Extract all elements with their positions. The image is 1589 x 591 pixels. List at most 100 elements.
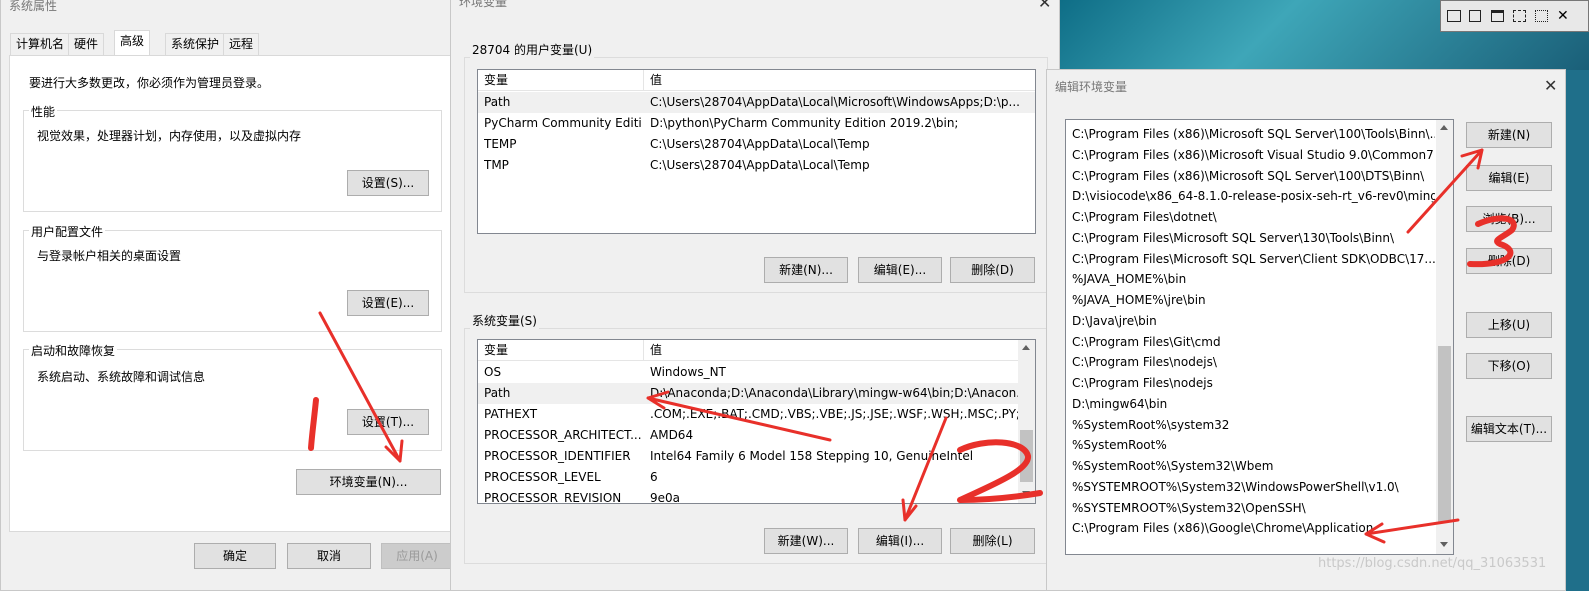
list-item[interactable]: %SystemRoot% xyxy=(1072,435,1435,455)
delete-button[interactable]: 删除(D) xyxy=(1466,248,1552,274)
table-row[interactable]: Path D:\Anaconda;D:\Anaconda\Library\min… xyxy=(478,383,1035,404)
var-value: C:\Users\28704\AppData\Local\Temp xyxy=(650,137,870,151)
environment-variables-window: 环境变量 ✕ 28704 的用户变量(U) 变量 值 Path C:\Users… xyxy=(450,0,1060,591)
system-vars-list[interactable]: 变量 值 OS Windows_NT Path D:\Anaconda;D:\A… xyxy=(477,339,1036,504)
list-item[interactable]: C:\Program Files (x86)\Google\Chrome\App… xyxy=(1072,518,1435,538)
tab-hardware[interactable]: 硬件 xyxy=(68,33,105,55)
list-header: 变量 值 xyxy=(478,70,1035,91)
var-value: 9e0a xyxy=(650,491,681,504)
profile-desc: 与登录帐户相关的桌面设置 xyxy=(37,249,182,263)
user-vars-list[interactable]: 变量 值 Path C:\Users\28704\AppData\Local\M… xyxy=(477,69,1036,234)
column-header-value[interactable]: 值 xyxy=(650,340,1031,361)
table-row[interactable]: PROCESSOR_LEVEL 6 xyxy=(478,467,1035,488)
system-delete-button[interactable]: 删除(L) xyxy=(950,528,1035,554)
list-item[interactable]: C:\Program Files (x86)\Microsoft SQL Ser… xyxy=(1072,166,1435,186)
table-row[interactable]: PROCESSOR_IDENTIFIER Intel64 Family 6 Mo… xyxy=(478,446,1035,467)
scroll-down-icon[interactable] xyxy=(1436,537,1453,553)
path-list-scrollbar[interactable] xyxy=(1436,120,1453,554)
column-header-variable[interactable]: 变量 xyxy=(484,70,642,91)
ok-button[interactable]: 确定 xyxy=(194,543,276,569)
var-name: PROCESSOR_LEVEL xyxy=(484,470,601,484)
user-edit-button[interactable]: 编辑(E)... xyxy=(858,257,942,283)
move-down-button[interactable]: 下移(O) xyxy=(1466,353,1552,379)
new-button[interactable]: 新建(N) xyxy=(1466,122,1552,148)
list-header: 变量 值 xyxy=(478,340,1035,361)
column-header-value[interactable]: 值 xyxy=(650,70,1031,91)
environment-variables-button[interactable]: 环境变量(N)... xyxy=(296,469,441,495)
list-item[interactable]: %SYSTEMROOT%\System32\OpenSSH\ xyxy=(1072,498,1435,518)
startup-group xyxy=(23,349,442,451)
table-row[interactable]: OS Windows_NT xyxy=(478,362,1035,383)
list-item[interactable]: C:\Program Files\nodejs\ xyxy=(1072,352,1435,372)
tab-system-protection[interactable]: 系统保护 xyxy=(165,33,226,55)
open-folder-icon[interactable] xyxy=(1447,10,1461,22)
tab-remote[interactable]: 远程 xyxy=(223,33,260,55)
list-item[interactable]: %SYSTEMROOT%\System32\WindowsPowerShell\… xyxy=(1072,477,1435,497)
user-new-button[interactable]: 新建(N)... xyxy=(764,257,848,283)
table-row[interactable]: PyCharm Community Editi... D:\python\PyC… xyxy=(478,113,1035,134)
scroll-down-icon[interactable] xyxy=(1018,486,1035,502)
list-item[interactable]: C:\Program Files\Git\cmd xyxy=(1072,332,1435,352)
system-edit-button[interactable]: 编辑(I)... xyxy=(858,528,942,554)
list-item[interactable]: D:\Java\jre\bin xyxy=(1072,311,1435,331)
path-entries-list[interactable]: C:\Program Files (x86)\Microsoft SQL Ser… xyxy=(1065,119,1454,555)
table-row[interactable]: PATHEXT .COM;.EXE;.BAT;.CMD;.VBS;.VBE;.J… xyxy=(478,404,1035,425)
var-name: TMP xyxy=(484,158,509,172)
user-delete-button[interactable]: 删除(D) xyxy=(950,257,1035,283)
list-item[interactable]: %SystemRoot%\System32\Wbem xyxy=(1072,456,1435,476)
move-up-button[interactable]: 上移(U) xyxy=(1466,312,1552,338)
list-item[interactable]: %JAVA_HOME%\jre\bin xyxy=(1072,290,1435,310)
profile-settings-button[interactable]: 设置(E)... xyxy=(347,290,429,316)
table-row[interactable]: TMP C:\Users\28704\AppData\Local\Temp xyxy=(478,155,1035,176)
scroll-up-icon[interactable] xyxy=(1018,340,1035,356)
list-item[interactable]: D:\visiocode\x86_64-8.1.0-release-posix-… xyxy=(1072,186,1435,206)
apply-button[interactable]: 应用(A) xyxy=(381,543,453,569)
var-name: PROCESSOR_REVISION xyxy=(484,491,622,504)
tab-advanced[interactable]: 高级 xyxy=(114,30,151,56)
edit-text-button[interactable]: 编辑文本(T)... xyxy=(1466,416,1552,442)
list-item[interactable]: C:\Program Files\Microsoft SQL Server\13… xyxy=(1072,228,1435,248)
scroll-thumb[interactable] xyxy=(1438,346,1451,522)
var-name: OS xyxy=(484,365,502,379)
performance-settings-button[interactable]: 设置(S)... xyxy=(347,170,429,196)
startup-label: 启动和故障恢复 xyxy=(29,342,118,359)
window-title: 编辑环境变量 xyxy=(1055,80,1128,94)
list-item[interactable]: D:\mingw64\bin xyxy=(1072,394,1435,414)
var-value: D:\Anaconda;D:\Anaconda\Library\mingw-w6… xyxy=(650,386,1028,400)
column-header-variable[interactable]: 变量 xyxy=(484,340,642,361)
system-vars-scrollbar[interactable] xyxy=(1018,340,1035,503)
list-item[interactable]: C:\Program Files\nodejs xyxy=(1072,373,1435,393)
scroll-thumb[interactable] xyxy=(1020,430,1033,482)
list-item[interactable]: C:\Program Files (x86)\Microsoft SQL Ser… xyxy=(1072,124,1435,144)
list-item[interactable]: %SystemRoot%\system32 xyxy=(1072,415,1435,435)
table-row[interactable]: TEMP C:\Users\28704\AppData\Local\Temp xyxy=(478,134,1035,155)
var-value: .COM;.EXE;.BAT;.CMD;.VBS;.VBE;.JS;.JSE;.… xyxy=(650,407,1031,421)
window-title: 系统属性 xyxy=(9,0,58,13)
table-row[interactable]: Path C:\Users\28704\AppData\Local\Micros… xyxy=(478,92,1035,113)
scroll-up-icon[interactable] xyxy=(1436,120,1453,136)
performance-group xyxy=(23,110,442,212)
performance-label: 性能 xyxy=(29,103,58,120)
startup-desc: 系统启动、系统故障和调试信息 xyxy=(37,370,206,384)
cancel-button[interactable]: 取消 xyxy=(287,543,371,569)
close-icon[interactable]: ✕ xyxy=(1544,76,1557,95)
watermark: https://blog.csdn.net/qq_31063531 xyxy=(1318,556,1547,571)
close-icon[interactable]: ✕ xyxy=(1038,0,1051,12)
cross-icon[interactable]: ✕ xyxy=(1557,8,1569,24)
table-row[interactable]: PROCESSOR_REVISION 9e0a xyxy=(478,488,1035,504)
list-item[interactable]: C:\Program Files\dotnet\ xyxy=(1072,207,1435,227)
select-icon[interactable] xyxy=(1513,10,1526,22)
window-icon[interactable] xyxy=(1491,10,1504,22)
copy-icon[interactable] xyxy=(1469,10,1481,22)
system-new-button[interactable]: 新建(W)... xyxy=(764,528,848,554)
list-item[interactable]: C:\Program Files\Microsoft SQL Server\Cl… xyxy=(1072,249,1435,269)
system-vars-label: 系统变量(S) xyxy=(470,312,539,329)
list-item[interactable]: %JAVA_HOME%\bin xyxy=(1072,269,1435,289)
browse-button[interactable]: 浏览(B)... xyxy=(1466,206,1552,232)
list-item[interactable]: C:\Program Files (x86)\Microsoft Visual … xyxy=(1072,145,1435,165)
table-row[interactable]: PROCESSOR_ARCHITECT... AMD64 xyxy=(478,425,1035,446)
tab-computer-name[interactable]: 计算机名 xyxy=(10,33,71,55)
startup-settings-button[interactable]: 设置(T)... xyxy=(347,409,429,435)
edit-button[interactable]: 编辑(E) xyxy=(1466,165,1552,191)
region-icon[interactable] xyxy=(1535,10,1548,22)
